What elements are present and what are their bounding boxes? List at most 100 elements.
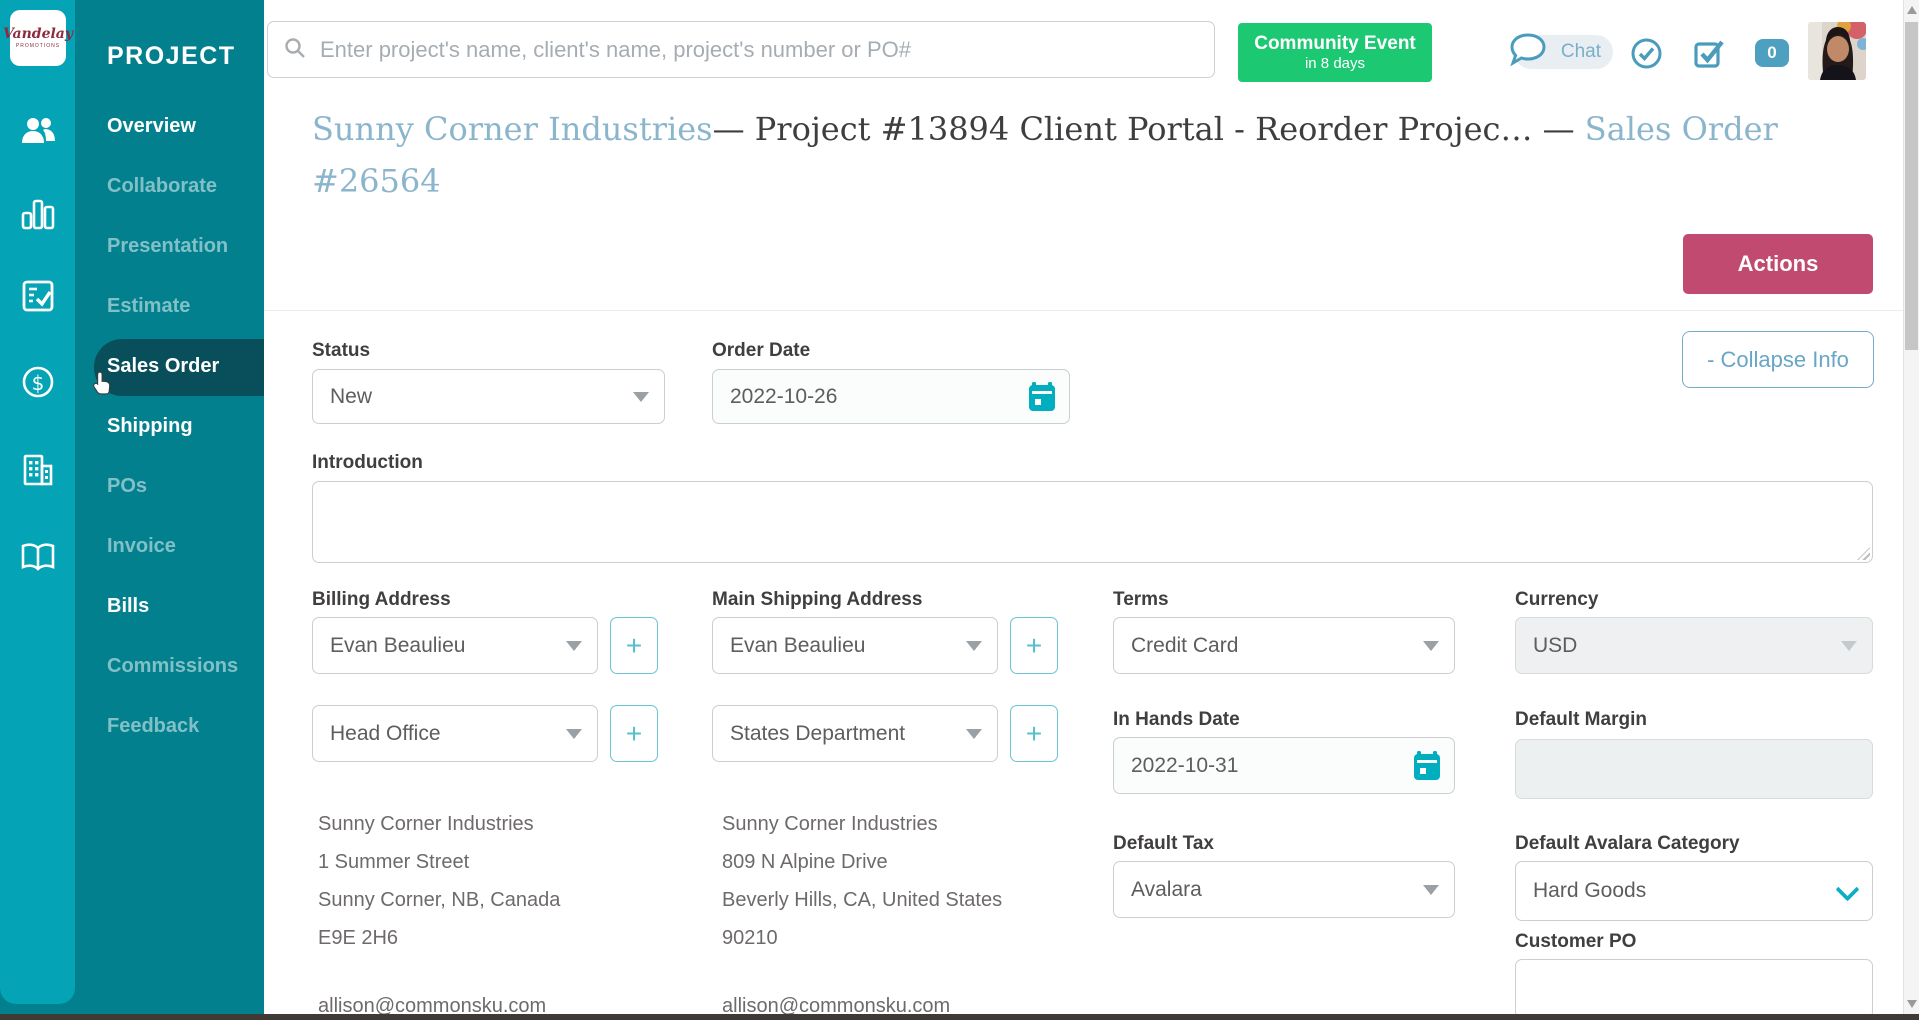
default-tax-label: Default Tax [1113, 833, 1214, 855]
nav-contacts-button[interactable] [20, 112, 56, 148]
svg-text:$: $ [32, 371, 45, 395]
chevron-down-icon [1835, 877, 1859, 901]
tasks-button[interactable] [1692, 36, 1726, 70]
chevron-down-icon [1423, 885, 1439, 895]
calendar-icon [1413, 751, 1441, 781]
avatar-photo [1808, 22, 1866, 80]
nav-company-button[interactable] [20, 452, 56, 488]
billing-address-line: 1 Summer Street [318, 843, 718, 881]
calendar-icon [1028, 382, 1056, 412]
event-button-subtitle: in 8 days [1305, 55, 1365, 72]
order-date-value: 2022-10-26 [730, 385, 837, 409]
nav-orders-button[interactable] [20, 278, 56, 314]
sidebar-item-pos[interactable]: POs [107, 475, 257, 498]
shipping-address-label: Main Shipping Address [712, 589, 922, 611]
order-date-input[interactable]: 2022-10-26 [712, 369, 1070, 424]
nav-finance-button[interactable]: $ [20, 364, 56, 400]
company-logo[interactable]: Vandelay PROMOTIONS [10, 10, 66, 66]
people-icon [20, 115, 56, 145]
scroll-up-arrow-icon[interactable] [1907, 6, 1917, 14]
clipboard-check-icon [21, 279, 55, 313]
introduction-textarea[interactable] [312, 481, 1873, 563]
billing-address-line: Sunny Corner Industries [318, 805, 718, 843]
sidebar-item-bills[interactable]: Bills [107, 595, 257, 618]
chat-bubble-icon [1506, 29, 1550, 69]
chevron-down-icon [566, 641, 582, 651]
sidebar-section-title: PROJECT [107, 42, 236, 71]
in-hands-date-input[interactable]: 2022-10-31 [1113, 737, 1455, 794]
currency-label: Currency [1515, 589, 1598, 611]
sidebar-item-sales-order[interactable]: Sales Order [107, 355, 257, 378]
status-value: New [330, 385, 372, 409]
default-margin-label: Default Margin [1515, 709, 1647, 731]
sidebar-item-invoice[interactable]: Invoice [107, 535, 257, 558]
building-icon [21, 453, 55, 487]
scroll-down-arrow-icon[interactable] [1907, 1000, 1917, 1008]
customer-po-input[interactable] [1515, 959, 1873, 1019]
default-margin-input [1515, 739, 1873, 799]
sidebar-item-presentation[interactable]: Presentation [107, 235, 257, 258]
event-button-title: Community Event [1254, 33, 1416, 55]
shipping-address-line: 809 N Alpine Drive [722, 843, 1122, 881]
global-search-input[interactable] [267, 21, 1215, 78]
introduction-label: Introduction [312, 452, 423, 474]
billing-location-select[interactable]: Head Office [312, 705, 598, 762]
page-title: Sunny Corner Industries— Project #13894 … [312, 103, 1872, 207]
default-tax-select[interactable]: Avalara [1113, 861, 1455, 918]
billing-contact-select[interactable]: Evan Beaulieu [312, 617, 598, 674]
sidebar-item-commissions[interactable]: Commissions [107, 655, 257, 678]
page-scrollbar[interactable] [1903, 0, 1919, 1020]
chevron-down-icon [1841, 641, 1857, 651]
chevron-down-icon [1423, 641, 1439, 651]
client-link[interactable]: Sunny Corner Industries [312, 110, 713, 148]
billing-address-block: Sunny Corner Industries 1 Summer Street … [318, 805, 718, 1020]
window-bottom-edge [0, 1014, 1919, 1020]
chevron-down-icon [966, 729, 982, 739]
task-count-badge[interactable]: 0 [1755, 39, 1789, 67]
scrollbar-thumb[interactable] [1905, 22, 1918, 350]
user-avatar[interactable] [1808, 22, 1866, 80]
sidebar-item-estimate[interactable]: Estimate [107, 295, 257, 318]
bar-chart-icon [21, 196, 55, 230]
order-date-label: Order Date [712, 340, 810, 362]
billing-contact-value: Evan Beaulieu [330, 634, 465, 658]
billing-location-value: Head Office [330, 722, 441, 746]
task-count-value: 0 [1767, 43, 1776, 63]
shipping-contact-select[interactable]: Evan Beaulieu [712, 617, 998, 674]
add-billing-location-button[interactable]: + [610, 705, 658, 762]
nav-reports-button[interactable] [20, 195, 56, 231]
clock-check-icon [1630, 37, 1663, 70]
shipping-address-line: 90210 [722, 919, 1122, 957]
billing-address-line: E9E 2H6 [318, 919, 718, 957]
chevron-down-icon [566, 729, 582, 739]
currency-select: USD [1515, 617, 1873, 674]
customer-po-label: Customer PO [1515, 931, 1636, 953]
chevron-down-icon [633, 392, 649, 402]
sidebar-item-feedback[interactable]: Feedback [107, 715, 257, 738]
avalara-category-select[interactable]: Hard Goods [1515, 861, 1873, 921]
shipping-contact-email: allison@commonsku.com [722, 957, 1122, 1020]
logo-name: Vandelay [3, 27, 73, 41]
add-shipping-contact-button[interactable]: + [1010, 617, 1058, 674]
add-shipping-location-button[interactable]: + [1010, 705, 1058, 762]
actions-button[interactable]: Actions [1683, 234, 1873, 294]
shipping-location-select[interactable]: States Department [712, 705, 998, 762]
add-billing-contact-button[interactable]: + [610, 617, 658, 674]
default-tax-value: Avalara [1131, 878, 1202, 902]
book-icon [20, 542, 56, 572]
billing-address-line: Sunny Corner, NB, Canada [318, 881, 718, 919]
reminders-button[interactable] [1629, 36, 1663, 70]
community-event-button[interactable]: Community Event in 8 days [1238, 23, 1432, 82]
sidebar-item-overview[interactable]: Overview [107, 115, 257, 138]
shipping-address-line: Beverly Hills, CA, United States [722, 881, 1122, 919]
collapse-info-button[interactable]: - Collapse Info [1682, 331, 1874, 388]
status-select[interactable]: New [312, 369, 665, 424]
nav-resources-button[interactable] [20, 539, 56, 575]
dollar-circle-icon: $ [21, 365, 55, 399]
terms-value: Credit Card [1131, 634, 1238, 658]
chat-button[interactable]: Chat [1514, 35, 1613, 69]
sidebar-item-collaborate[interactable]: Collaborate [107, 175, 257, 198]
checkbox-check-icon [1693, 37, 1726, 70]
terms-select[interactable]: Credit Card [1113, 617, 1455, 674]
sidebar-item-shipping[interactable]: Shipping [107, 415, 257, 438]
